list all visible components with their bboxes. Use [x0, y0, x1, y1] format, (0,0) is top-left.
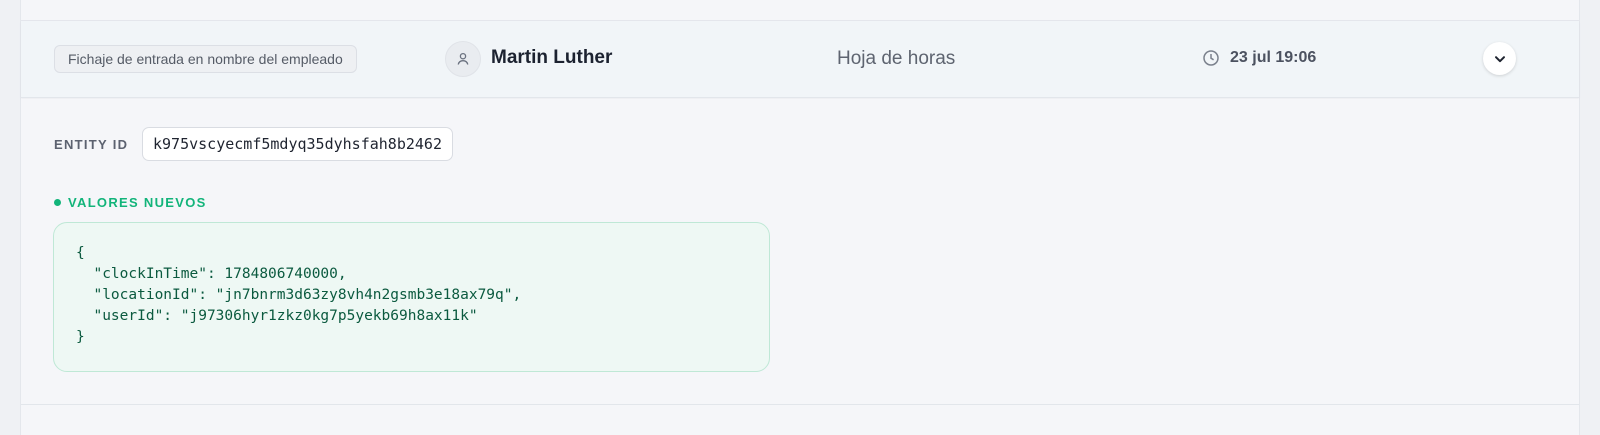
json-line: "clockInTime": 1784806740000,: [76, 266, 347, 282]
entity-id-value[interactable]: k975vscyecmf5mdyq35dyhsfah8b2462: [142, 127, 453, 161]
json-line: "locationId": "jn7bnrm3d63zy8vh4n2gsmb3e…: [76, 287, 522, 303]
next-entry-edge: [21, 404, 1579, 435]
audit-entry-header[interactable]: Fichaje de entrada en nombre del emplead…: [21, 21, 1579, 98]
entry-details: ENTITY ID k975vscyecmf5mdyq35dyhsfah8b24…: [21, 99, 1579, 404]
clock-icon: [1202, 49, 1220, 67]
user-name: Martin Luther: [491, 47, 613, 68]
json-line: "userId": "j97306hyr1zkz0kg7p5yekb69h8ax…: [76, 308, 478, 324]
new-values-label: VALORES NUEVOS: [68, 195, 207, 210]
status-dot-icon: [54, 199, 61, 206]
audit-log-card: Fichaje de entrada en nombre del emplead…: [20, 0, 1580, 435]
user-icon: [445, 41, 481, 77]
chevron-down-icon: [1494, 55, 1505, 62]
module-name: Hoja de horas: [837, 48, 956, 69]
entity-id-label: ENTITY ID: [54, 137, 129, 152]
expand-button[interactable]: [1483, 42, 1516, 75]
timestamp: 23 jul 19:06: [1230, 49, 1317, 66]
action-badge: Fichaje de entrada en nombre del emplead…: [54, 45, 357, 73]
json-line: {: [76, 245, 85, 261]
json-line: }: [76, 329, 85, 345]
previous-entry-edge: [21, 0, 1579, 21]
new-values-heading: VALORES NUEVOS: [54, 195, 207, 210]
new-values-json[interactable]: { "clockInTime": 1784806740000, "locatio…: [53, 222, 770, 372]
